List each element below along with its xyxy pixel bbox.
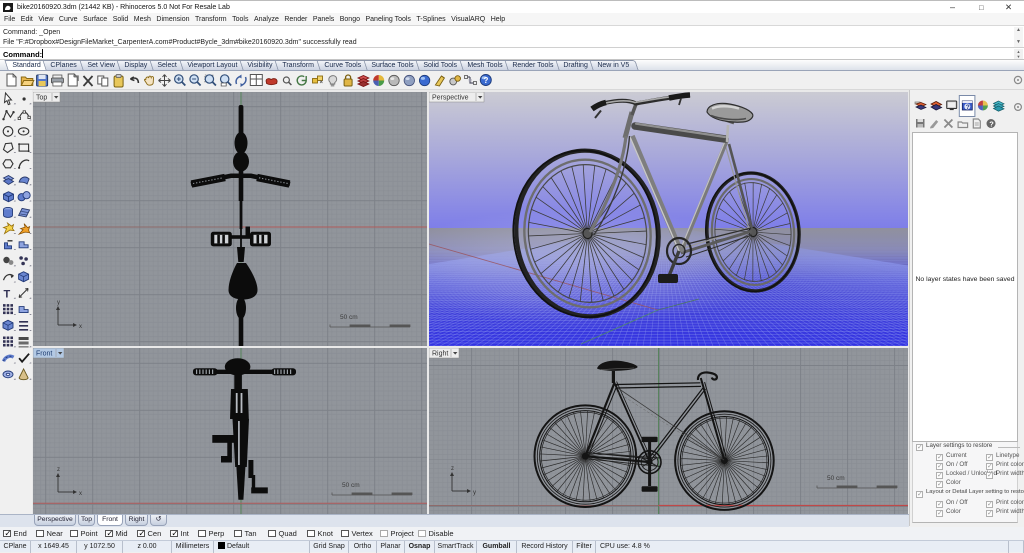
svg-text:T: T <box>4 288 11 300</box>
svg-text:x: x <box>79 491 82 497</box>
svg-text:z: z <box>451 466 454 472</box>
svg-text:Right: Right <box>432 351 448 358</box>
svg-text:Perspective: Perspective <box>432 95 469 102</box>
svg-text:z: z <box>57 467 60 473</box>
svg-text:Top: Top <box>36 95 47 102</box>
svg-text:50 cm: 50 cm <box>340 314 358 321</box>
svg-text:y: y <box>57 300 60 306</box>
svg-text:50 cm: 50 cm <box>342 482 360 489</box>
svg-text:?: ? <box>966 104 970 111</box>
svg-text:?: ? <box>989 119 994 128</box>
svg-text:x: x <box>79 324 82 330</box>
svg-text:y: y <box>473 490 476 496</box>
svg-text:Front: Front <box>36 351 52 358</box>
svg-text:50 cm: 50 cm <box>827 475 845 482</box>
svg-text:?: ? <box>484 76 489 85</box>
